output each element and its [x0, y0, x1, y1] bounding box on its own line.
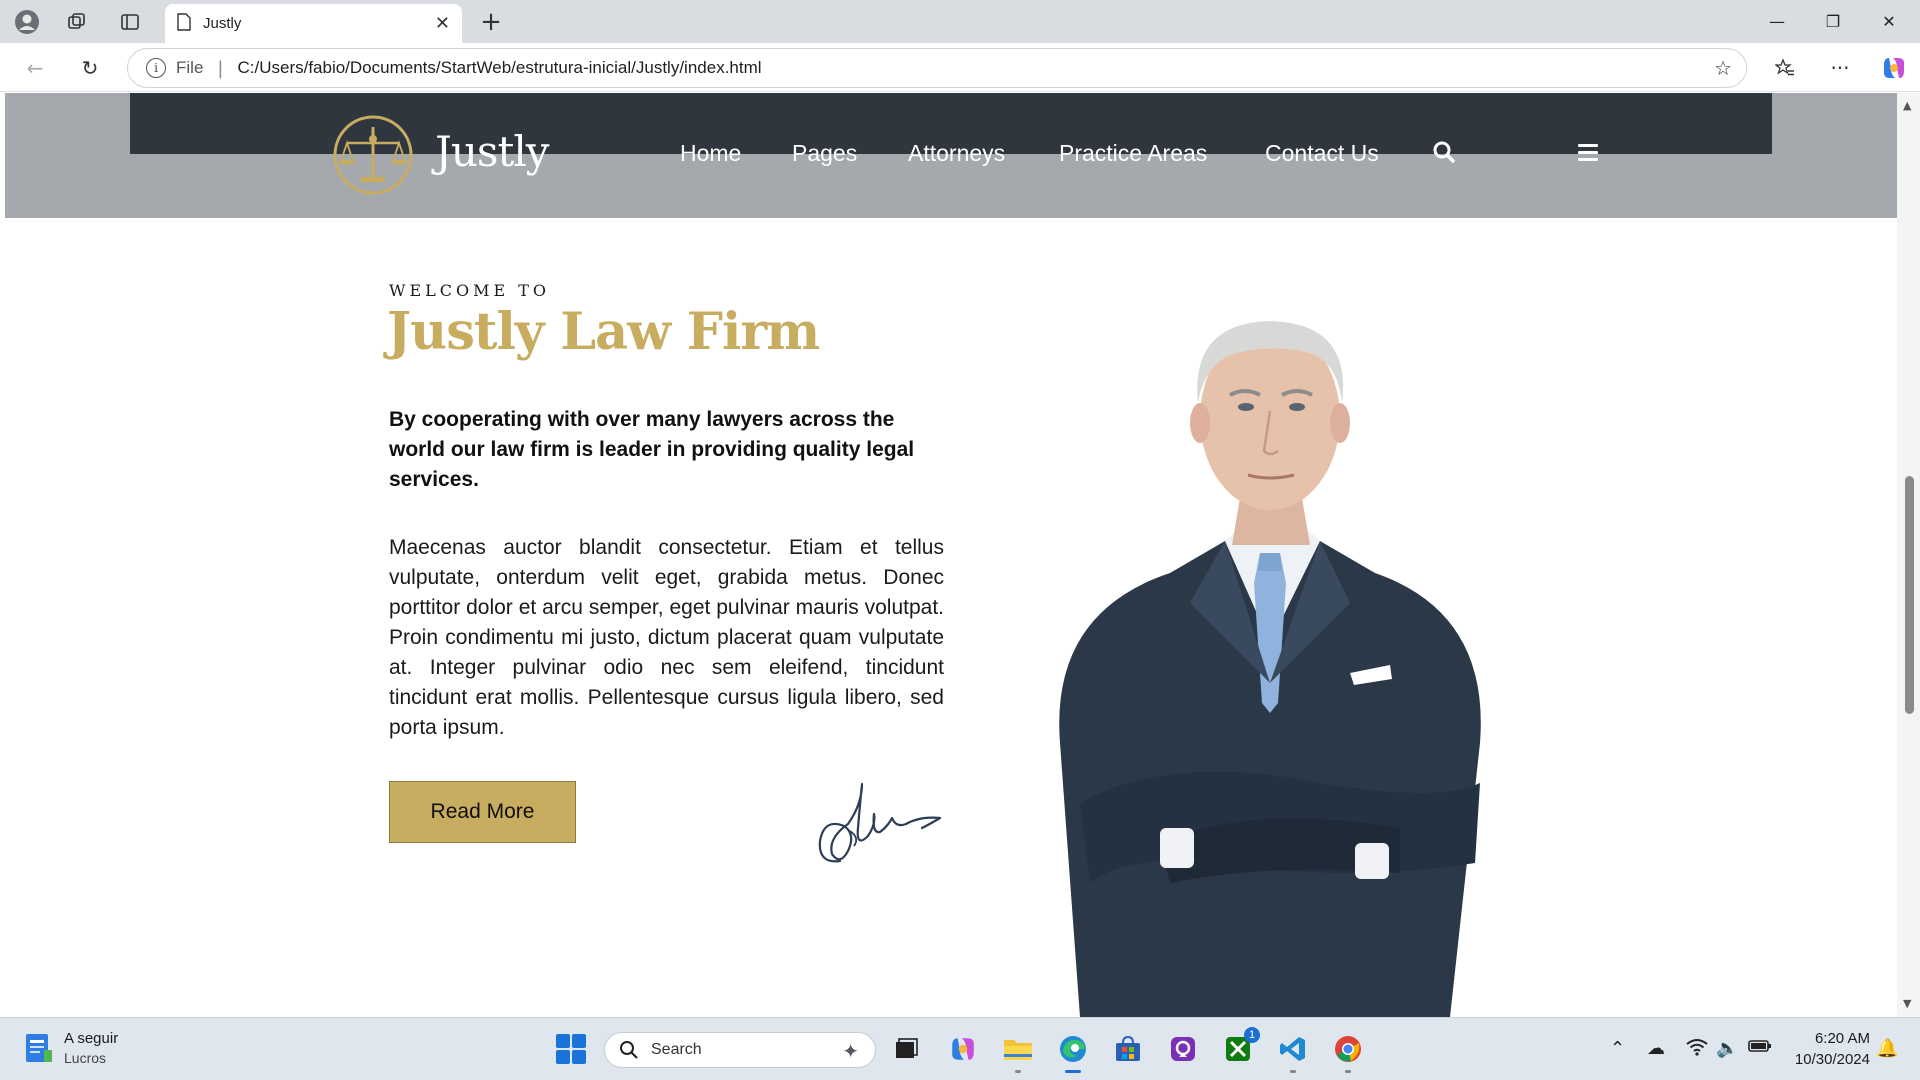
read-more-button[interactable]: Read More	[389, 781, 576, 843]
profile-icon[interactable]	[11, 6, 43, 38]
page-icon	[177, 12, 191, 35]
page-viewport: Justly Home Pages Attorneys Practice Are…	[5, 93, 1897, 1017]
nav-home[interactable]: Home	[680, 140, 741, 167]
nav-practice-areas[interactable]: Practice Areas	[1059, 140, 1207, 167]
plus-icon[interactable]: +	[475, 6, 507, 38]
windows-taskbar: A seguir Lucros Search ✦ 1 ⌃ ☁ 🔈 6:20 AM…	[0, 1017, 1920, 1080]
nav-contact-us[interactable]: Contact Us	[1265, 140, 1379, 167]
scroll-up-icon[interactable]: ▲	[1903, 99, 1911, 112]
chrome-icon[interactable]	[1330, 1031, 1366, 1073]
welcome-label: WELCOME TO	[389, 281, 551, 300]
search-placeholder: Search	[651, 1041, 702, 1058]
clock-date[interactable]: 10/30/2024	[1788, 1051, 1870, 1068]
windows-icon[interactable]	[556, 1034, 586, 1064]
address-bar[interactable]: i File | C:/Users/fabio/Documents/StartW…	[127, 48, 1747, 88]
tab-title: Justly	[203, 15, 242, 32]
body-text: Maecenas auctor blandit consectetur. Eti…	[389, 536, 944, 739]
address-prefix: File	[176, 58, 204, 77]
search-icon[interactable]	[1432, 140, 1456, 164]
scroll-thumb[interactable]	[1905, 476, 1914, 714]
onedrive-icon[interactable]: ☁	[1647, 1038, 1665, 1059]
refresh-icon[interactable]: ↻	[73, 51, 107, 85]
tab-actions-icon[interactable]	[114, 6, 146, 38]
address-url[interactable]: C:/Users/fabio/Documents/StartWeb/estrut…	[237, 58, 761, 78]
task-view-icon[interactable]	[888, 1031, 924, 1067]
favorites-icon[interactable]	[1768, 51, 1802, 85]
photos-app-icon[interactable]	[1165, 1031, 1201, 1067]
info-icon[interactable]: i	[146, 58, 166, 78]
scroll-down-icon[interactable]: ▼	[1903, 997, 1911, 1010]
widget-title[interactable]: A seguir	[64, 1030, 118, 1047]
restore-button[interactable]: ❐	[1805, 0, 1861, 43]
page-scrollbar[interactable]: ▲ ▼	[1897, 93, 1920, 1017]
clock-time[interactable]: 6:20 AM	[1792, 1030, 1870, 1047]
minimize-button[interactable]: —	[1749, 0, 1805, 43]
search-icon	[620, 1041, 638, 1059]
nav-attorneys[interactable]: Attorneys	[908, 140, 1005, 167]
close-icon[interactable]: ✕	[435, 13, 450, 34]
search-highlight-icon: ✦	[842, 1039, 859, 1063]
widget-subtitle[interactable]: Lucros	[64, 1050, 106, 1066]
scales-logo-icon[interactable]	[323, 113, 423, 197]
back-icon[interactable]: ←	[18, 51, 52, 85]
attorney-portrait-image	[1059, 321, 1481, 1017]
lead-text: By cooperating with over many lawyers ac…	[389, 408, 915, 491]
site-logo-text[interactable]: Justly	[435, 127, 549, 176]
taskbar-search[interactable]: Search ✦	[604, 1032, 876, 1068]
copilot-app-icon[interactable]	[945, 1031, 981, 1067]
notification-badge: 1	[1244, 1027, 1260, 1043]
star-icon[interactable]: ☆	[1714, 56, 1732, 80]
wifi-icon[interactable]	[1686, 1038, 1708, 1061]
vscode-icon[interactable]	[1275, 1031, 1311, 1073]
battery-icon[interactable]	[1748, 1038, 1772, 1059]
browser-toolbar: ← ↻ i File | C:/Users/fabio/Documents/St…	[0, 43, 1920, 92]
chevron-up-icon[interactable]: ⌃	[1610, 1038, 1625, 1059]
menu-icon[interactable]	[1578, 144, 1598, 162]
news-widget-icon[interactable]	[24, 1032, 54, 1064]
bell-icon[interactable]: 🔔	[1876, 1038, 1898, 1059]
browser-tab[interactable]: Justly ✕	[165, 4, 462, 43]
window-close-button[interactable]: ✕	[1861, 0, 1917, 43]
file-explorer-icon[interactable]	[1000, 1031, 1036, 1073]
workspaces-icon[interactable]	[61, 6, 93, 38]
site-header: Justly Home Pages Attorneys Practice Are…	[5, 93, 1897, 218]
xbox-icon[interactable]: 1	[1220, 1027, 1260, 1067]
signature-image	[818, 782, 942, 863]
address-divider: |	[217, 57, 224, 79]
copilot-icon[interactable]	[1877, 51, 1911, 85]
volume-icon[interactable]: 🔈	[1716, 1038, 1738, 1059]
nav-pages[interactable]: Pages	[792, 140, 857, 167]
edge-browser-icon[interactable]	[1055, 1031, 1091, 1073]
browser-tab-bar: Justly ✕ + — ❐ ✕	[0, 0, 1920, 43]
more-icon[interactable]: ···	[1823, 51, 1857, 85]
page-title: Justly Law Firm	[387, 302, 820, 362]
store-icon[interactable]	[1110, 1031, 1146, 1067]
